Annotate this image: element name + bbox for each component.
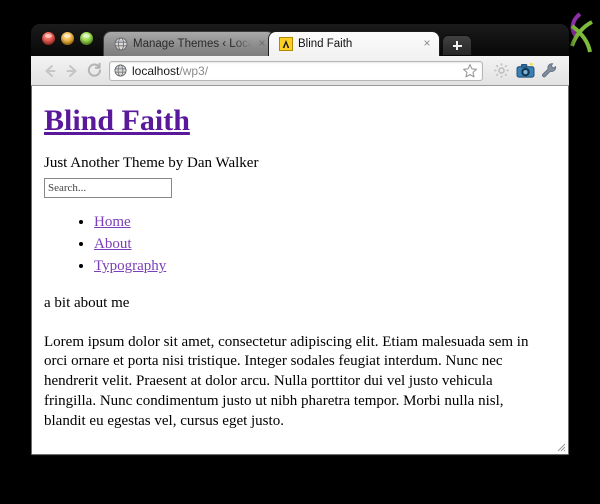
browser-toolbar: localhost/wp3/: [31, 56, 569, 86]
tab-strip: Manage Themes ‹ Local Test × Blind Faith…: [31, 24, 569, 56]
tab-list: Manage Themes ‹ Local Test × Blind Faith…: [103, 31, 472, 56]
zoom-window-button[interactable]: [80, 32, 93, 45]
tab-blind-faith[interactable]: Blind Faith ×: [268, 31, 440, 56]
globe-icon: [114, 37, 128, 51]
forward-arrow-icon: [66, 64, 77, 77]
browser-window: Manage Themes ‹ Local Test × Blind Faith…: [31, 24, 569, 456]
close-icon[interactable]: ×: [256, 37, 268, 50]
screen: Manage Themes ‹ Local Test × Blind Faith…: [0, 0, 600, 504]
primary-navigation: Home About Typography: [44, 211, 554, 278]
url-text: localhost/wp3/: [132, 64, 462, 78]
site-title-link[interactable]: Blind Faith: [44, 104, 190, 137]
page-content: Blind Faith Just Another Theme by Dan Wa…: [32, 86, 568, 454]
search-input[interactable]: [44, 178, 172, 198]
nav-item-typography[interactable]: Typography: [94, 255, 554, 277]
reload-button[interactable]: [83, 60, 105, 82]
tab-title: Manage Themes ‹ Local Test: [133, 38, 252, 50]
wrench-icon: [541, 63, 556, 78]
nav-link[interactable]: Home: [94, 214, 131, 230]
recent-posts-heading: recent posts: [44, 451, 554, 454]
back-arrow-icon: [45, 64, 56, 77]
new-tab-button[interactable]: [442, 35, 472, 55]
nav-link[interactable]: Typography: [94, 258, 166, 274]
resize-grip[interactable]: [552, 438, 566, 452]
page-title: Blind Faith: [44, 104, 554, 137]
minimize-window-button[interactable]: [61, 32, 74, 45]
camera-icon: [516, 63, 534, 78]
tab-title: Blind Faith: [298, 38, 353, 50]
tab-manage-themes[interactable]: Manage Themes ‹ Local Test ×: [103, 31, 275, 56]
window-controls: [42, 32, 93, 45]
site-tagline: Just Another Theme by Dan Walker: [44, 155, 259, 171]
gear-icon: [493, 63, 509, 78]
globe-icon: [114, 64, 127, 77]
forward-button[interactable]: [61, 60, 83, 82]
tools-button[interactable]: [537, 60, 561, 82]
page-viewport: Blind Faith Just Another Theme by Dan Wa…: [31, 86, 569, 455]
body-paragraph: Lorem ipsum dolor sit amet, consectetur …: [44, 333, 529, 430]
close-window-button[interactable]: [42, 32, 55, 45]
url-path: /wp3/: [179, 63, 209, 78]
plus-icon: [452, 41, 462, 50]
nav-item-about[interactable]: About: [94, 233, 554, 255]
url-host: localhost: [132, 63, 180, 78]
nav-link[interactable]: About: [94, 236, 132, 252]
nav-item-home[interactable]: Home: [94, 211, 554, 233]
star-icon[interactable]: [462, 63, 478, 79]
settings-button[interactable]: [489, 60, 513, 82]
close-icon[interactable]: ×: [421, 37, 433, 50]
about-heading: a bit about me: [44, 294, 130, 311]
back-button[interactable]: [39, 60, 61, 82]
blind-faith-icon: [279, 37, 293, 51]
screenshot-button[interactable]: [513, 60, 537, 82]
address-bar[interactable]: localhost/wp3/: [109, 60, 483, 81]
reload-icon: [87, 62, 101, 77]
